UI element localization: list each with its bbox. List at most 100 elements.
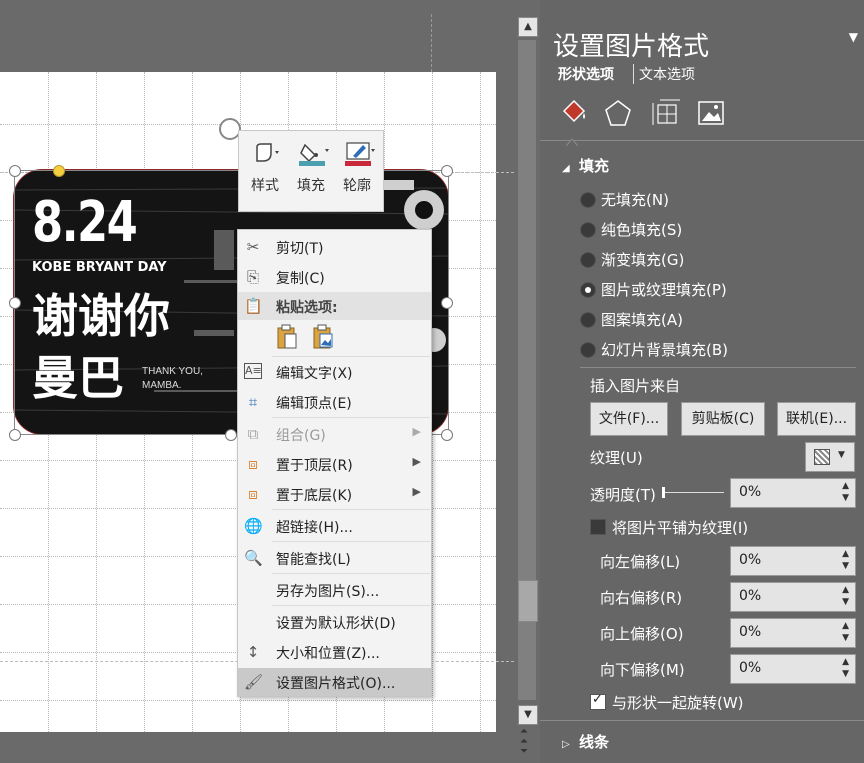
pane-divider [580,367,856,368]
radio-label: 图片或纹理填充(P) [601,281,727,299]
menu-item-send-to-back[interactable]: ⧈ 置于底层(K) ▶ [238,480,431,508]
adjust-handle[interactable] [53,165,65,177]
format-picture-pane: 设置图片格式 ▼ 形状选项 文本选项 ◢ 填充 无填充(N) 纯色填充(S) 渐… [540,0,864,763]
transparency-slider-track[interactable] [662,492,724,493]
menu-header-paste: 📋 粘贴选项: [238,292,431,320]
menu-item-cut[interactable]: ✂ 剪切(T) [238,233,431,261]
next-slide-icon[interactable]: ⏷ [520,747,528,757]
spin-down-icon[interactable]: ▼ [842,669,849,679]
vertical-scrollbar[interactable]: ▲ ▼ ⏶ ⏶ ⏷ [514,0,540,763]
expand-triangle-icon: ▷ [562,739,570,750]
mamba-chinese: 曼巴 [32,351,124,405]
online-button[interactable]: 联机(E)... [777,402,856,436]
clipboard-button[interactable]: 剪贴板(C) [681,402,765,436]
menu-label: 复制(C) [276,271,325,287]
size-position-icon: ↕ [246,643,260,661]
radio-button[interactable] [580,252,596,268]
pane-divider [540,140,864,141]
transparency-spinner[interactable]: 0% ▲ ▼ [730,478,856,508]
spin-up-icon[interactable]: ▲ [842,549,849,559]
insert-from-label: 插入图片来自 [590,377,681,395]
spin-down-icon[interactable]: ▼ [842,493,849,503]
radio-button[interactable] [580,342,596,358]
offset-down-spinner[interactable]: 0% ▲ ▼ [730,654,856,684]
spin-down-icon[interactable]: ▼ [842,633,849,643]
radio-label: 无填充(N) [601,191,669,209]
fill-line-icon[interactable] [558,97,590,129]
resize-handle[interactable] [9,165,21,177]
radio-label: 纯色填充(S) [601,221,683,239]
fill-bucket-icon [299,141,329,166]
menu-separator [272,509,430,510]
spin-up-icon[interactable]: ▲ [842,621,849,631]
menu-item-edit-text[interactable]: A≡ 编辑文字(X) [238,358,431,386]
offset-right-spinner[interactable]: 0% ▲ ▼ [730,582,856,612]
scroll-down-icon[interactable]: ▼ [518,705,538,725]
scroll-up-icon[interactable]: ▲ [518,17,538,37]
radio-label: 幻灯片背景填充(B) [601,341,728,359]
resize-handle[interactable] [9,297,21,309]
tab-text-options[interactable]: 文本选项 [639,64,695,84]
tab-divider [633,64,634,84]
resize-handle[interactable] [441,429,453,441]
tab-shape-options[interactable]: 形状选项 [558,64,614,84]
menu-label: 粘贴选项: [276,300,338,316]
subtitle-text: KOBE BRYANT DAY [32,260,167,275]
picture-settings-icon[interactable] [696,97,728,129]
submenu-arrow-icon: ▶ [412,455,421,468]
edit-points-icon: ⌗ [248,393,258,411]
pane-options-chevron-icon[interactable]: ▼ [849,30,858,44]
menu-item-size-position[interactable]: ↕ 大小和位置(Z)... [238,638,431,666]
menu-item-format-picture[interactable]: 🖌 设置图片格式(O)... [238,668,431,696]
style-button[interactable]: 样式 [243,137,287,203]
spin-up-icon[interactable]: ▲ [842,481,849,491]
offset-right-label: 向右偏移(R) [600,589,683,607]
menu-item-smart-lookup[interactable]: 🔍 智能查找(L) [238,544,431,572]
spin-down-icon[interactable]: ▼ [842,561,849,571]
resize-handle[interactable] [225,429,237,441]
texture-label: 纹理(U) [590,449,643,467]
bring-front-icon: ⧈ [248,455,258,473]
radio-button[interactable] [580,312,596,328]
menu-item-hyperlink[interactable]: 🌐 超链接(H)... [238,512,431,540]
spin-up-icon[interactable]: ▲ [842,585,849,595]
spinner-value: 0% [739,552,762,568]
menu-item-set-default-shape[interactable]: 设置为默认形状(D) [238,608,431,636]
resize-handle[interactable] [9,429,21,441]
resize-handle[interactable] [441,297,453,309]
menu-item-copy[interactable]: ⎘ 复制(C) [238,263,431,291]
spinner-value: 0% [739,660,762,676]
tile-checkbox[interactable] [590,519,606,535]
spin-up-icon[interactable]: ▲ [842,657,849,667]
section-line-header[interactable]: ▷ 线条 [562,731,609,752]
outline-button[interactable]: 轮廓 [335,137,379,203]
effects-pentagon-icon[interactable] [602,97,634,129]
menu-separator [272,605,430,606]
paste-picture-icon[interactable] [312,324,334,350]
radio-button[interactable] [580,222,596,238]
guide-line [431,14,432,72]
size-properties-icon[interactable] [650,97,682,129]
offset-up-spinner[interactable]: 0% ▲ ▼ [730,618,856,648]
file-button[interactable]: 文件(F)... [590,402,668,436]
spin-down-icon[interactable]: ▼ [842,597,849,607]
offset-left-spinner[interactable]: 0% ▲ ▼ [730,546,856,576]
transparency-slider-thumb[interactable] [662,487,665,498]
section-fill-header[interactable]: ◢ 填充 [562,155,609,176]
fill-button[interactable]: 填充 [289,137,333,203]
radio-label: 图案填充(A) [601,311,683,329]
prev-slide-icon[interactable]: ⏶ ⏶ [520,727,528,747]
radio-label: 渐变填充(G) [601,251,685,269]
texture-dropdown[interactable]: ▼ [805,442,855,472]
resize-handle[interactable] [441,165,453,177]
menu-item-edit-points[interactable]: ⌗ 编辑顶点(E) [238,388,431,416]
outline-pen-icon [345,141,375,166]
radio-button[interactable] [580,192,596,208]
scroll-thumb[interactable] [518,580,538,622]
menu-item-save-as-picture[interactable]: 另存为图片(S)... [238,576,431,604]
transparency-label: 透明度(T) [590,486,656,504]
paste-keep-format-icon[interactable] [276,324,298,350]
rotate-with-shape-checkbox[interactable] [590,692,606,710]
radio-button-selected[interactable] [580,282,596,298]
menu-item-bring-to-front[interactable]: ⧈ 置于顶层(R) ▶ [238,450,431,478]
